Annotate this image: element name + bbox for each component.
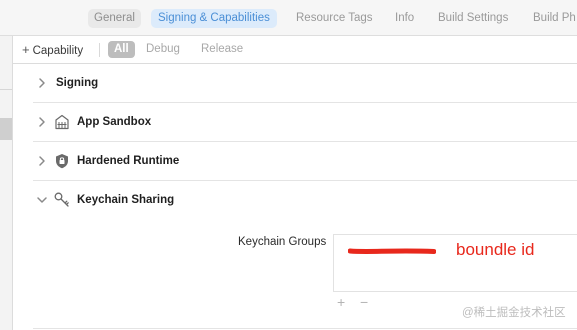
sidebar-selected-target[interactable] (0, 118, 12, 140)
section-hardened-runtime[interactable]: Hardened Runtime (33, 142, 577, 181)
section-title: Signing (56, 77, 99, 89)
tab-general[interactable]: General (88, 9, 141, 28)
chevron-right-icon[interactable] (36, 77, 48, 89)
section-app-sandbox[interactable]: App Sandbox (33, 103, 577, 142)
sandbox-icon (55, 114, 69, 130)
tab-signing-capabilities[interactable]: Signing & Capabilities (151, 9, 277, 28)
tab-build-phases[interactable]: Build Ph (533, 9, 576, 28)
annotation-text: boundle id (456, 240, 535, 259)
tab-resource-tags[interactable]: Resource Tags (296, 9, 373, 28)
keychain-groups-label: Keychain Groups (238, 236, 327, 248)
capabilities-list: Signing App Sandbox Hardened Runtime Key… (13, 64, 577, 330)
remove-group-button[interactable]: − (360, 295, 368, 309)
keys-icon (54, 192, 69, 207)
add-capability-button[interactable]: + Capability (22, 42, 83, 58)
tab-build-settings[interactable]: Build Settings (438, 9, 508, 28)
chevron-right-icon[interactable] (36, 155, 48, 167)
tab-info[interactable]: Info (395, 9, 414, 28)
chevron-down-icon[interactable] (36, 194, 48, 206)
watermark: @稀土掘金技术社区 (462, 307, 566, 319)
filter-debug[interactable]: Debug (146, 41, 180, 58)
add-group-button[interactable]: + (337, 295, 345, 309)
plus-icon: + (22, 42, 30, 57)
section-title: Hardened Runtime (77, 155, 180, 167)
xcode-target-editor: General Signing & Capabilities Resource … (0, 0, 577, 330)
section-signing[interactable]: Signing (33, 64, 577, 103)
targets-sidebar (0, 36, 13, 330)
section-divider (33, 328, 577, 329)
section-title: App Sandbox (77, 116, 152, 128)
keychain-groups-list[interactable]: boundle id (333, 234, 577, 292)
editor-tab-bar: General Signing & Capabilities Resource … (0, 0, 577, 36)
section-keychain-sharing[interactable]: Keychain Sharing (33, 181, 577, 220)
toolbar-separator (99, 43, 100, 57)
redaction-mark (348, 248, 436, 254)
filter-all[interactable]: All (108, 41, 135, 58)
add-capability-label: Capability (32, 45, 84, 57)
section-title: Keychain Sharing (77, 194, 175, 206)
filter-release[interactable]: Release (201, 41, 243, 58)
sidebar-divider (0, 89, 12, 90)
capability-toolbar: + Capability All Debug Release (13, 36, 577, 64)
chevron-right-icon[interactable] (36, 116, 48, 128)
lock-shield-icon (56, 154, 68, 169)
